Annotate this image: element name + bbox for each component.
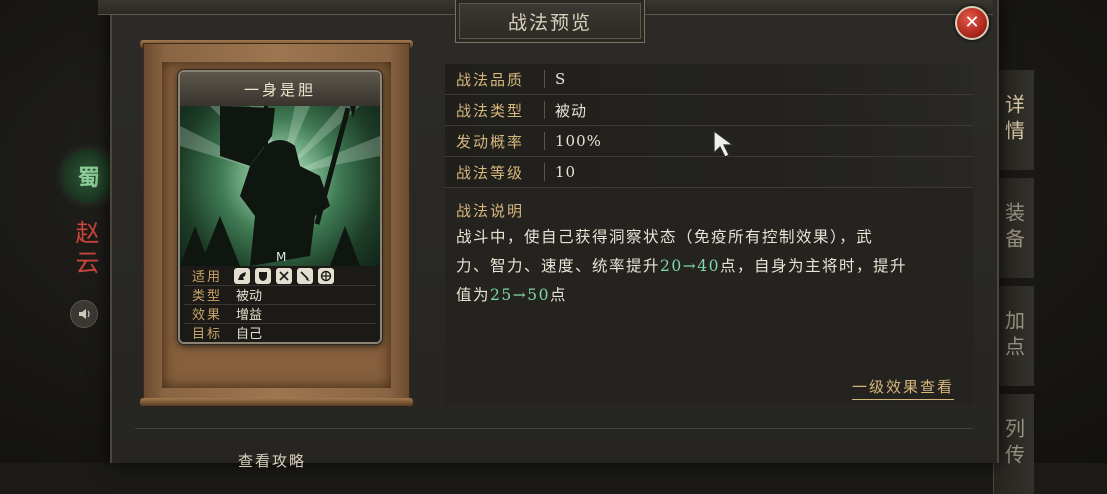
speaker-icon[interactable]	[70, 300, 98, 328]
skill-art-image: M	[180, 106, 380, 266]
tab-equipment[interactable]: 装备	[993, 178, 1034, 278]
mouse-cursor-icon	[713, 129, 735, 158]
skill-name: 一身是胆	[243, 80, 316, 99]
skill-card: 一身是胆 M 适用 类型 被动 效果 增益 目标 自己	[178, 70, 382, 344]
tab-points[interactable]: 加点	[993, 286, 1034, 386]
applicable-troop-icons	[234, 267, 334, 284]
info-key-probability: 发动概率	[456, 132, 525, 151]
hero-name: 赵云	[71, 220, 99, 280]
info-row-quality: 战法品质 S	[445, 64, 973, 95]
stat-row-target: 目标 自己	[184, 323, 376, 342]
close-icon: ✕	[964, 12, 980, 33]
tab-biography-label: 列传	[1001, 418, 1026, 470]
scroll-rod-bottom	[140, 398, 413, 406]
skill-info-panel: 战法品质 S 战法类型 被动 发动概率 100% 战法等级 10 战法说明 战斗…	[445, 64, 975, 404]
info-key-quality: 战法品质	[456, 70, 525, 89]
stat-key-type: 类型	[191, 289, 222, 304]
info-value-level: 10	[555, 163, 577, 181]
bow-icon	[276, 267, 292, 284]
info-separator	[544, 163, 545, 181]
view-guide-link[interactable]: 查看攻略	[238, 450, 306, 471]
stat-value-target: 自己	[236, 327, 263, 342]
info-value-quality: S	[555, 70, 567, 88]
info-row-level: 战法等级 10	[445, 157, 973, 188]
stat-row-applicable: 适用	[184, 266, 376, 286]
info-key-type: 战法类型	[456, 101, 525, 120]
tab-details[interactable]: 详情	[993, 70, 1034, 170]
bottom-divider	[135, 428, 973, 429]
description-part: 力、智力、速度、统率提升	[456, 257, 661, 275]
stat-row-effect: 效果 增益	[184, 304, 376, 324]
cavalry-icon	[234, 267, 250, 284]
faction-label: 蜀	[77, 165, 100, 191]
dialog-title-plate: 战法预览	[455, 0, 645, 43]
stat-key-target: 目标	[191, 327, 222, 342]
close-button[interactable]: ✕	[955, 6, 989, 40]
tab-equipment-label: 装备	[1001, 202, 1026, 254]
description-highlight-value: 25→50	[490, 286, 550, 304]
level-one-effect-link[interactable]: 一级效果查看	[852, 376, 955, 400]
tab-details-label: 详情	[1001, 94, 1026, 146]
shield-icon	[255, 267, 271, 284]
stat-key-applicable: 适用	[191, 270, 222, 285]
stat-value-effect: 增益	[236, 308, 263, 323]
description-line-1: 战斗中，使自己获得洞察状态（免疫所有控制效果），武	[456, 223, 966, 252]
svg-text:M: M	[276, 250, 286, 264]
tab-points-label: 加点	[1001, 310, 1026, 362]
description-part: 点，自身为主将时，提升	[719, 257, 907, 275]
description-highlight-value: 20→40	[660, 257, 720, 275]
siege-icon	[318, 267, 334, 284]
description-title: 战法说明	[456, 202, 525, 220]
description-part: 战斗中，使自己获得洞察状态（免疫所有控制效果），武	[456, 228, 874, 246]
skill-description-box: 战法说明 战斗中，使自己获得洞察状态（免疫所有控制效果），武 力、智力、速度、统…	[445, 188, 973, 404]
spear-icon	[297, 267, 313, 284]
info-key-level: 战法等级	[456, 163, 525, 182]
description-line-2: 力、智力、速度、统率提升20→40点，自身为主将时，提升	[456, 252, 966, 281]
info-row-probability: 发动概率 100%	[445, 126, 973, 157]
info-separator	[544, 70, 545, 88]
description-line-3: 值为25→50点	[456, 281, 966, 310]
stat-value-type: 被动	[236, 289, 263, 304]
hero-column: 蜀 赵云	[48, 150, 118, 463]
info-value-probability: 100%	[555, 132, 602, 150]
info-value-type: 被动	[555, 101, 588, 120]
skill-card-stats: 适用 类型 被动 效果 增益 目标 自己	[180, 266, 380, 342]
tab-biography[interactable]: 列传	[993, 394, 1034, 494]
dialog-title: 战法预览	[507, 11, 592, 34]
description-part: 点	[549, 286, 567, 304]
description-text: 战斗中，使自己获得洞察状态（免疫所有控制效果），武 力、智力、速度、统率提升20…	[456, 223, 966, 310]
info-separator	[544, 101, 545, 119]
stat-key-effect: 效果	[191, 308, 222, 323]
stat-row-type: 类型 被动	[184, 285, 376, 305]
info-separator	[544, 132, 545, 150]
description-part: 值为	[456, 286, 491, 304]
faction-emblem-icon: 蜀	[63, 150, 115, 202]
info-row-type: 战法类型 被动	[445, 95, 973, 126]
skill-card-title-bar: 一身是胆	[180, 72, 380, 107]
right-tabs: 详情 装备 加点 列传	[993, 70, 1034, 494]
